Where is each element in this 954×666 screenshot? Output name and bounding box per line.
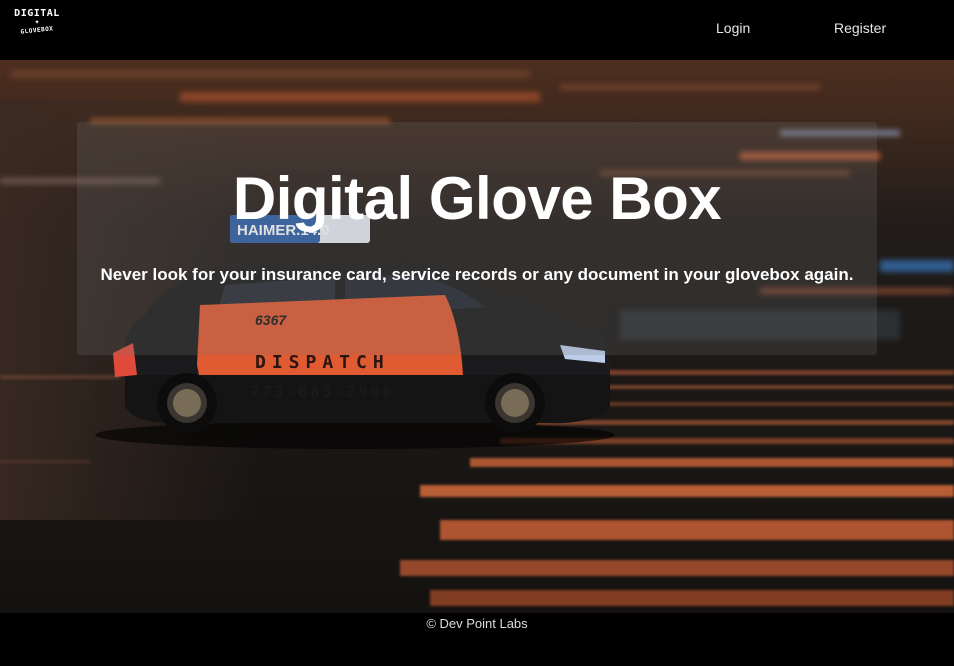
taxi-phone-text: 773-685-2900 — [250, 383, 394, 401]
hero-title: Digital Glove Box — [232, 165, 722, 232]
taxi-door-text: DISPATCH — [255, 352, 390, 373]
register-link[interactable]: Register — [834, 20, 886, 36]
navbar: DIGITAL ✦ GLOVEBOX Login Register — [0, 0, 954, 60]
footer-copyright: © Dev Point Labs — [426, 616, 528, 631]
logo-top-text: DIGITAL — [14, 8, 60, 19]
login-link[interactable]: Login — [716, 20, 750, 36]
hero-subtitle: Never look for your insurance card, serv… — [100, 265, 854, 284]
hero-panel: Digital Glove Box Never look for your in… — [77, 122, 877, 355]
footer: © Dev Point Labs — [0, 613, 954, 666]
site-logo[interactable]: DIGITAL ✦ GLOVEBOX — [8, 8, 66, 44]
hero-section: HAIMER.14.0 6367 DISPATCH 773-685-2900 D… — [0, 60, 954, 613]
